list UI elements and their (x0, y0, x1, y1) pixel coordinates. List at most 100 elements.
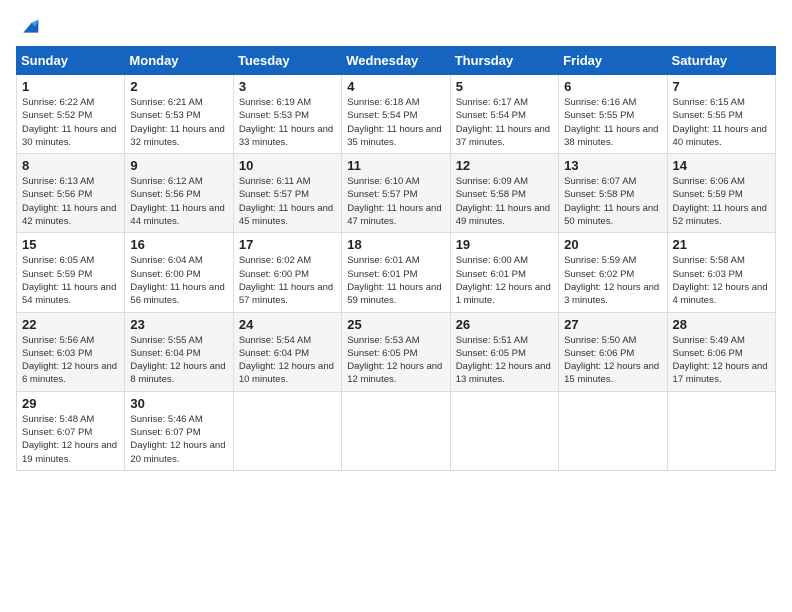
day-number: 3 (239, 79, 336, 94)
day-info: Sunrise: 6:02 AM Sunset: 6:00 PM Dayligh… (239, 254, 336, 307)
calendar-day-cell: 26 Sunrise: 5:51 AM Sunset: 6:05 PM Dayl… (450, 312, 558, 391)
logo-icon (20, 16, 40, 36)
day-of-week-header: Sunday (17, 47, 125, 75)
day-of-week-header: Friday (559, 47, 667, 75)
day-info: Sunrise: 6:21 AM Sunset: 5:53 PM Dayligh… (130, 96, 227, 149)
day-info: Sunrise: 5:46 AM Sunset: 6:07 PM Dayligh… (130, 413, 227, 466)
day-info: Sunrise: 6:10 AM Sunset: 5:57 PM Dayligh… (347, 175, 444, 228)
calendar-week-row: 29 Sunrise: 5:48 AM Sunset: 6:07 PM Dayl… (17, 391, 776, 470)
day-number: 1 (22, 79, 119, 94)
calendar-week-row: 8 Sunrise: 6:13 AM Sunset: 5:56 PM Dayli… (17, 154, 776, 233)
day-info: Sunrise: 6:07 AM Sunset: 5:58 PM Dayligh… (564, 175, 661, 228)
day-number: 2 (130, 79, 227, 94)
day-info: Sunrise: 6:12 AM Sunset: 5:56 PM Dayligh… (130, 175, 227, 228)
page-header (16, 16, 776, 36)
calendar-day-cell: 1 Sunrise: 6:22 AM Sunset: 5:52 PM Dayli… (17, 75, 125, 154)
day-number: 29 (22, 396, 119, 411)
day-info: Sunrise: 5:50 AM Sunset: 6:06 PM Dayligh… (564, 334, 661, 387)
calendar-day-cell: 22 Sunrise: 5:56 AM Sunset: 6:03 PM Dayl… (17, 312, 125, 391)
logo (16, 16, 40, 36)
calendar-week-row: 1 Sunrise: 6:22 AM Sunset: 5:52 PM Dayli… (17, 75, 776, 154)
calendar-day-cell: 30 Sunrise: 5:46 AM Sunset: 6:07 PM Dayl… (125, 391, 233, 470)
calendar-day-cell: 27 Sunrise: 5:50 AM Sunset: 6:06 PM Dayl… (559, 312, 667, 391)
day-of-week-header: Monday (125, 47, 233, 75)
calendar-header-row: SundayMondayTuesdayWednesdayThursdayFrid… (17, 47, 776, 75)
calendar-day-cell: 2 Sunrise: 6:21 AM Sunset: 5:53 PM Dayli… (125, 75, 233, 154)
calendar-day-cell: 12 Sunrise: 6:09 AM Sunset: 5:58 PM Dayl… (450, 154, 558, 233)
day-info: Sunrise: 6:00 AM Sunset: 6:01 PM Dayligh… (456, 254, 553, 307)
day-number: 28 (673, 317, 770, 332)
calendar-day-cell (233, 391, 341, 470)
day-number: 17 (239, 237, 336, 252)
calendar-day-cell: 20 Sunrise: 5:59 AM Sunset: 6:02 PM Dayl… (559, 233, 667, 312)
day-of-week-header: Thursday (450, 47, 558, 75)
day-number: 27 (564, 317, 661, 332)
day-info: Sunrise: 5:54 AM Sunset: 6:04 PM Dayligh… (239, 334, 336, 387)
calendar-day-cell: 19 Sunrise: 6:00 AM Sunset: 6:01 PM Dayl… (450, 233, 558, 312)
day-number: 13 (564, 158, 661, 173)
day-info: Sunrise: 5:51 AM Sunset: 6:05 PM Dayligh… (456, 334, 553, 387)
calendar-day-cell (450, 391, 558, 470)
day-info: Sunrise: 5:56 AM Sunset: 6:03 PM Dayligh… (22, 334, 119, 387)
day-number: 18 (347, 237, 444, 252)
day-number: 10 (239, 158, 336, 173)
calendar-day-cell: 9 Sunrise: 6:12 AM Sunset: 5:56 PM Dayli… (125, 154, 233, 233)
calendar-day-cell: 8 Sunrise: 6:13 AM Sunset: 5:56 PM Dayli… (17, 154, 125, 233)
calendar-day-cell: 24 Sunrise: 5:54 AM Sunset: 6:04 PM Dayl… (233, 312, 341, 391)
day-info: Sunrise: 6:16 AM Sunset: 5:55 PM Dayligh… (564, 96, 661, 149)
day-number: 14 (673, 158, 770, 173)
day-number: 19 (456, 237, 553, 252)
day-info: Sunrise: 5:53 AM Sunset: 6:05 PM Dayligh… (347, 334, 444, 387)
day-number: 9 (130, 158, 227, 173)
calendar-day-cell: 18 Sunrise: 6:01 AM Sunset: 6:01 PM Dayl… (342, 233, 450, 312)
calendar-day-cell: 25 Sunrise: 5:53 AM Sunset: 6:05 PM Dayl… (342, 312, 450, 391)
day-info: Sunrise: 5:58 AM Sunset: 6:03 PM Dayligh… (673, 254, 770, 307)
day-number: 26 (456, 317, 553, 332)
day-info: Sunrise: 6:17 AM Sunset: 5:54 PM Dayligh… (456, 96, 553, 149)
day-info: Sunrise: 5:49 AM Sunset: 6:06 PM Dayligh… (673, 334, 770, 387)
day-info: Sunrise: 5:48 AM Sunset: 6:07 PM Dayligh… (22, 413, 119, 466)
calendar-day-cell: 15 Sunrise: 6:05 AM Sunset: 5:59 PM Dayl… (17, 233, 125, 312)
day-of-week-header: Tuesday (233, 47, 341, 75)
calendar-day-cell: 16 Sunrise: 6:04 AM Sunset: 6:00 PM Dayl… (125, 233, 233, 312)
day-info: Sunrise: 6:06 AM Sunset: 5:59 PM Dayligh… (673, 175, 770, 228)
calendar-day-cell: 7 Sunrise: 6:15 AM Sunset: 5:55 PM Dayli… (667, 75, 775, 154)
day-info: Sunrise: 6:05 AM Sunset: 5:59 PM Dayligh… (22, 254, 119, 307)
day-of-week-header: Saturday (667, 47, 775, 75)
day-info: Sunrise: 6:09 AM Sunset: 5:58 PM Dayligh… (456, 175, 553, 228)
calendar-day-cell: 11 Sunrise: 6:10 AM Sunset: 5:57 PM Dayl… (342, 154, 450, 233)
day-info: Sunrise: 6:13 AM Sunset: 5:56 PM Dayligh… (22, 175, 119, 228)
day-number: 24 (239, 317, 336, 332)
day-info: Sunrise: 5:59 AM Sunset: 6:02 PM Dayligh… (564, 254, 661, 307)
calendar-day-cell: 23 Sunrise: 5:55 AM Sunset: 6:04 PM Dayl… (125, 312, 233, 391)
calendar-day-cell: 4 Sunrise: 6:18 AM Sunset: 5:54 PM Dayli… (342, 75, 450, 154)
day-number: 30 (130, 396, 227, 411)
calendar-day-cell: 10 Sunrise: 6:11 AM Sunset: 5:57 PM Dayl… (233, 154, 341, 233)
calendar-day-cell: 3 Sunrise: 6:19 AM Sunset: 5:53 PM Dayli… (233, 75, 341, 154)
day-number: 25 (347, 317, 444, 332)
calendar-day-cell: 5 Sunrise: 6:17 AM Sunset: 5:54 PM Dayli… (450, 75, 558, 154)
day-of-week-header: Wednesday (342, 47, 450, 75)
day-info: Sunrise: 6:01 AM Sunset: 6:01 PM Dayligh… (347, 254, 444, 307)
day-number: 5 (456, 79, 553, 94)
day-info: Sunrise: 6:18 AM Sunset: 5:54 PM Dayligh… (347, 96, 444, 149)
calendar-week-row: 22 Sunrise: 5:56 AM Sunset: 6:03 PM Dayl… (17, 312, 776, 391)
day-number: 7 (673, 79, 770, 94)
day-number: 22 (22, 317, 119, 332)
day-number: 23 (130, 317, 227, 332)
calendar-day-cell: 29 Sunrise: 5:48 AM Sunset: 6:07 PM Dayl… (17, 391, 125, 470)
day-number: 12 (456, 158, 553, 173)
calendar-week-row: 15 Sunrise: 6:05 AM Sunset: 5:59 PM Dayl… (17, 233, 776, 312)
calendar-day-cell: 13 Sunrise: 6:07 AM Sunset: 5:58 PM Dayl… (559, 154, 667, 233)
day-info: Sunrise: 5:55 AM Sunset: 6:04 PM Dayligh… (130, 334, 227, 387)
day-number: 4 (347, 79, 444, 94)
day-number: 6 (564, 79, 661, 94)
calendar-day-cell: 6 Sunrise: 6:16 AM Sunset: 5:55 PM Dayli… (559, 75, 667, 154)
calendar-day-cell (667, 391, 775, 470)
day-info: Sunrise: 6:15 AM Sunset: 5:55 PM Dayligh… (673, 96, 770, 149)
day-info: Sunrise: 6:04 AM Sunset: 6:00 PM Dayligh… (130, 254, 227, 307)
day-number: 16 (130, 237, 227, 252)
day-number: 8 (22, 158, 119, 173)
calendar-table: SundayMondayTuesdayWednesdayThursdayFrid… (16, 46, 776, 471)
day-number: 21 (673, 237, 770, 252)
